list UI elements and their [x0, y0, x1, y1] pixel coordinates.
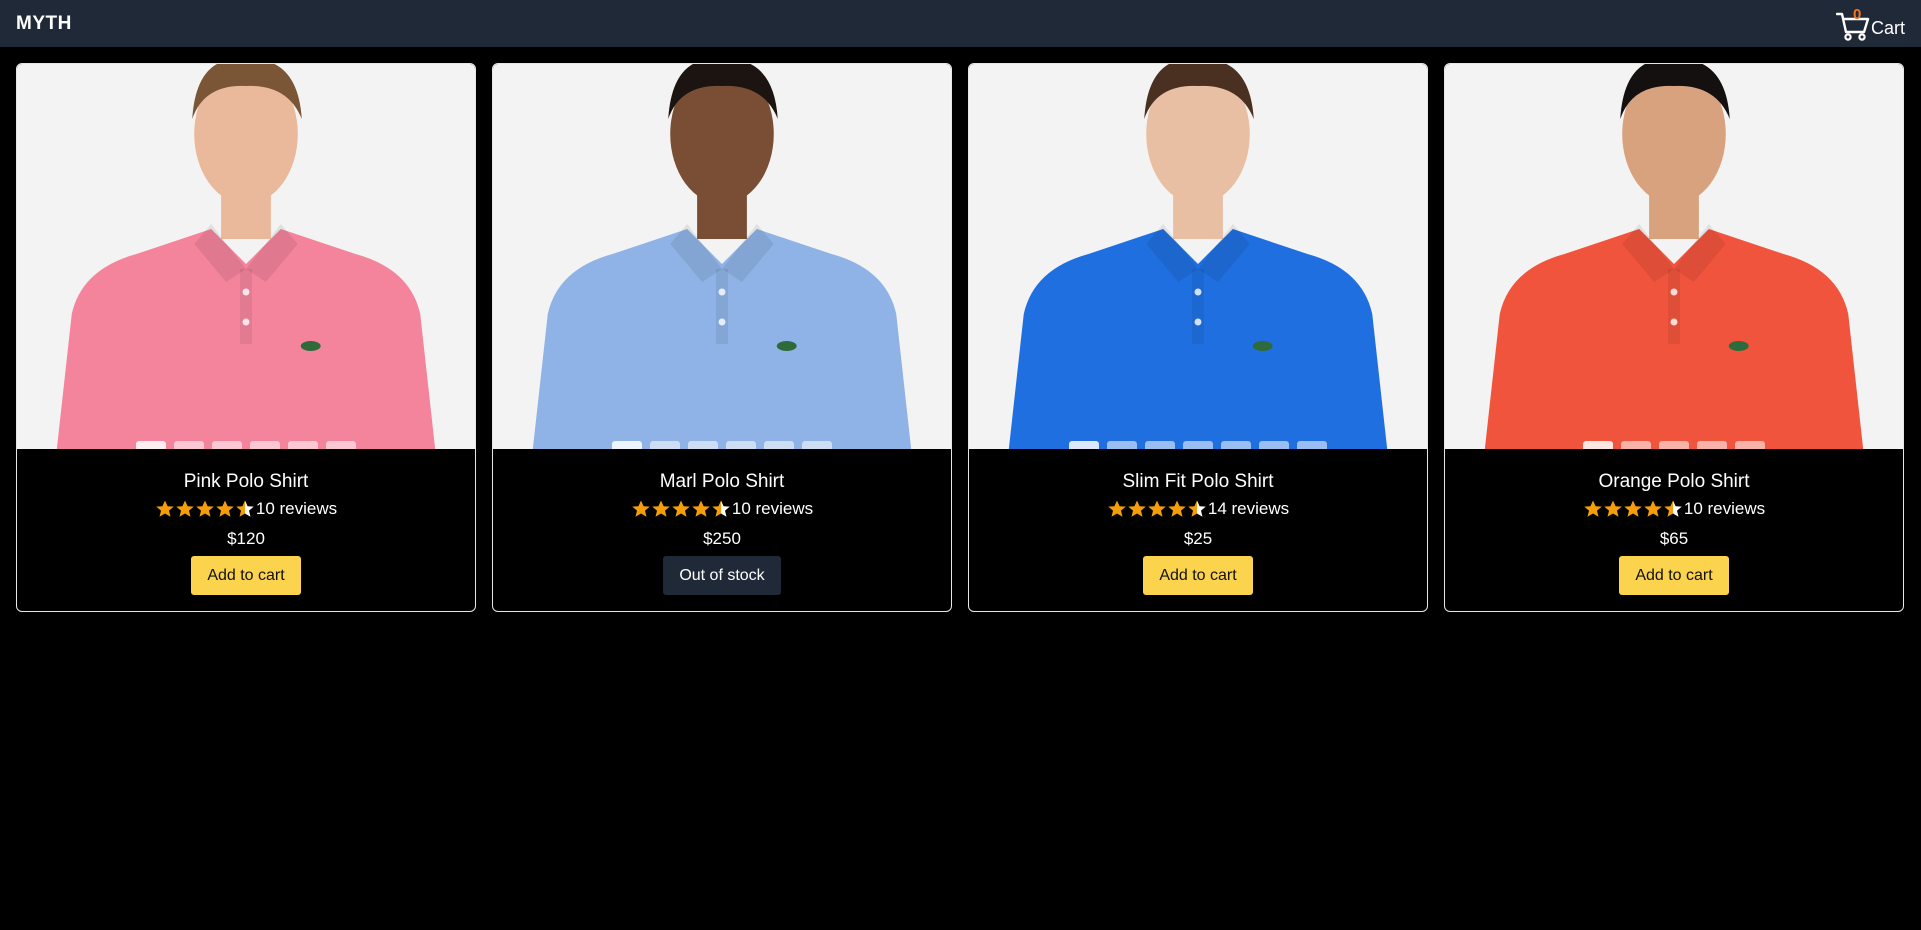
product-image[interactable] [493, 64, 951, 449]
image-thumbnail[interactable] [212, 441, 242, 449]
star-icon [712, 500, 730, 517]
star-icon [1604, 500, 1622, 517]
image-thumbnail[interactable] [1621, 441, 1651, 449]
model-photo [1445, 64, 1903, 449]
image-thumbnail[interactable] [1297, 441, 1327, 449]
add-to-cart-button[interactable]: Add to cart [1619, 556, 1729, 595]
image-thumbnail[interactable] [726, 441, 756, 449]
rating: 10 reviews [17, 496, 475, 522]
image-thumbnail[interactable] [174, 441, 204, 449]
star-icon [672, 500, 690, 517]
image-thumbnail[interactable] [1221, 441, 1251, 449]
product-price: $65 [1659, 529, 1689, 548]
star-icon [1644, 500, 1662, 517]
product-price: $25 [1183, 529, 1213, 548]
add-to-cart-button[interactable]: Add to cart [1143, 556, 1253, 595]
star-rating [631, 499, 731, 519]
image-thumbnail[interactable] [1659, 441, 1689, 449]
image-thumbnails [1445, 441, 1903, 449]
image-thumbnail[interactable] [326, 441, 356, 449]
review-count: 10 reviews [1683, 499, 1766, 518]
rating: 14 reviews [969, 496, 1427, 522]
image-thumbnail[interactable] [1183, 441, 1213, 449]
cart-link[interactable]: 0 Cart [1835, 5, 1905, 42]
star-icon [1108, 500, 1126, 517]
product-name[interactable]: Marl Polo Shirt [493, 469, 951, 495]
product-image[interactable] [1445, 64, 1903, 449]
image-thumbnails [969, 441, 1427, 449]
star-icon [196, 500, 214, 517]
model-photo [17, 64, 475, 449]
rating: 10 reviews [1445, 496, 1903, 522]
star-icon [1148, 500, 1166, 517]
image-thumbnail[interactable] [650, 441, 680, 449]
product-name[interactable]: Orange Polo Shirt [1445, 469, 1903, 495]
image-thumbnail[interactable] [1107, 441, 1137, 449]
image-thumbnail[interactable] [612, 441, 642, 449]
image-thumbnail[interactable] [136, 441, 166, 449]
rating: 10 reviews [493, 496, 951, 522]
star-rating [1583, 499, 1683, 519]
image-thumbnail[interactable] [1697, 441, 1727, 449]
product-card: Slim Fit Polo Shirt 14 reviews $25 Add t… [968, 63, 1428, 612]
star-icon [1664, 500, 1682, 517]
product-image[interactable] [969, 64, 1427, 449]
product-card: Marl Polo Shirt 10 reviews $250 Out of s… [492, 63, 952, 612]
out-of-stock-button[interactable]: Out of stock [663, 556, 781, 595]
cart-count-badge: 0 [1852, 5, 1862, 23]
image-thumbnail[interactable] [250, 441, 280, 449]
review-count: 14 reviews [1207, 499, 1290, 518]
star-icon [1168, 500, 1186, 517]
image-thumbnail[interactable] [1583, 441, 1613, 449]
image-thumbnail[interactable] [1735, 441, 1765, 449]
product-grid: Pink Polo Shirt 10 reviews $120 Add to c… [16, 63, 1904, 612]
image-thumbnail[interactable] [1145, 441, 1175, 449]
product-card: Pink Polo Shirt 10 reviews $120 Add to c… [16, 63, 476, 612]
star-icon [176, 500, 194, 517]
star-icon [692, 500, 710, 517]
product-price: $120 [227, 529, 265, 548]
star-icon [156, 500, 174, 517]
review-count: 10 reviews [255, 499, 338, 518]
star-icon [1128, 500, 1146, 517]
star-icon [216, 500, 234, 517]
star-icon [652, 500, 670, 517]
star-rating [155, 499, 255, 519]
product-price: $250 [703, 529, 741, 548]
brand-logo[interactable]: MYTH [16, 13, 72, 35]
product-card: Orange Polo Shirt 10 reviews $65 Add to … [1444, 63, 1904, 612]
image-thumbnail[interactable] [764, 441, 794, 449]
image-thumbnails [493, 441, 951, 449]
product-name[interactable]: Slim Fit Polo Shirt [969, 469, 1427, 495]
model-photo [493, 64, 951, 449]
top-nav: MYTH 0 Cart [0, 0, 1921, 47]
image-thumbnail[interactable] [288, 441, 318, 449]
review-count: 10 reviews [731, 499, 814, 518]
star-icon [1624, 500, 1642, 517]
star-icon [632, 500, 650, 517]
add-to-cart-button[interactable]: Add to cart [191, 556, 301, 595]
image-thumbnail[interactable] [802, 441, 832, 449]
star-icon [236, 500, 254, 517]
model-photo [969, 64, 1427, 449]
cart-label: Cart [1870, 17, 1905, 38]
star-rating [1107, 499, 1207, 519]
image-thumbnail[interactable] [688, 441, 718, 449]
star-icon [1584, 500, 1602, 517]
image-thumbnail[interactable] [1259, 441, 1289, 449]
image-thumbnails [17, 441, 475, 449]
product-image[interactable] [17, 64, 475, 449]
star-icon [1188, 500, 1206, 517]
product-name[interactable]: Pink Polo Shirt [17, 469, 475, 495]
image-thumbnail[interactable] [1069, 441, 1099, 449]
